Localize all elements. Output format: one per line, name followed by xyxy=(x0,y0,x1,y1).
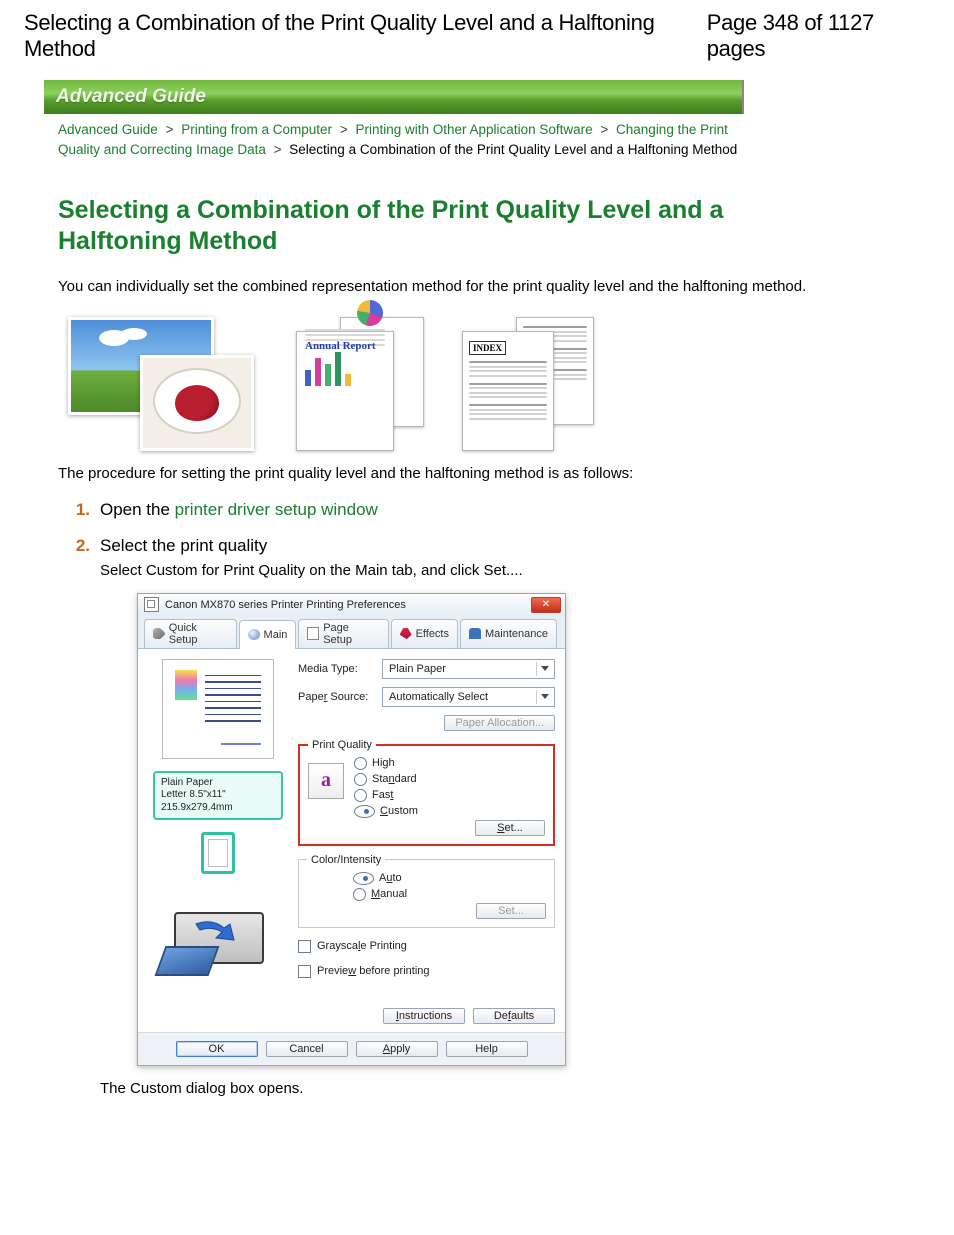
tab-quick-setup[interactable]: Quick Setup xyxy=(144,619,237,648)
tab-main[interactable]: Main xyxy=(239,620,297,649)
breadcrumb: Advanced Guide > Printing from a Compute… xyxy=(58,120,758,159)
guide-bar: Advanced Guide xyxy=(44,80,744,114)
page-front-icon: INDEX xyxy=(462,331,554,451)
paper-source-value: Automatically Select xyxy=(389,691,488,703)
thumb-index-pages: INDEX xyxy=(462,317,592,445)
step-2: 2. Select the print quality Select Custo… xyxy=(70,536,898,1097)
media-type-label: Media Type: xyxy=(298,663,376,675)
print-quality-legend: Print Quality xyxy=(308,739,376,751)
dialog-title: Canon MX870 series Printer Printing Pref… xyxy=(165,599,525,611)
thumb-annual-report: Annual Report xyxy=(296,317,426,445)
person-icon xyxy=(469,628,481,639)
page-title-top: Selecting a Combination of the Print Qua… xyxy=(24,10,707,62)
page-icon xyxy=(307,627,319,640)
quality-standard-radio[interactable]: Standard xyxy=(354,773,545,786)
chevron-down-icon xyxy=(536,662,552,676)
step-2-lead: Select the print quality xyxy=(100,536,898,556)
preview-column: Plain Paper Letter 8.5"x11" 215.9x279.4m… xyxy=(148,659,288,1024)
preview-paper-type: Plain Paper xyxy=(161,777,275,790)
wrench-icon xyxy=(153,628,165,639)
article-title: Selecting a Combination of the Print Qua… xyxy=(58,195,758,258)
page-indicator: Page 348 of 1127 pages xyxy=(707,10,930,62)
index-title: INDEX xyxy=(469,341,506,355)
preview-label: Plain Paper Letter 8.5"x11" 215.9x279.4m… xyxy=(153,771,283,821)
annual-report-title: Annual Report xyxy=(305,340,385,352)
checkbox-icon xyxy=(298,965,311,978)
color-intensity-legend: Color/Intensity xyxy=(307,854,385,866)
printer-icon xyxy=(144,597,159,612)
defaults-button[interactable]: Defaults xyxy=(473,1008,555,1024)
color-auto-radio[interactable]: Auto xyxy=(353,872,546,885)
example-thumbnails: Annual Report INDEX xyxy=(68,317,934,445)
breadcrumb-sep: > xyxy=(270,142,286,157)
paper-allocation-button[interactable]: Paper Allocation... xyxy=(444,715,555,731)
quality-custom-radio[interactable]: Custom xyxy=(354,805,545,818)
help-button[interactable]: Help xyxy=(446,1041,528,1057)
brush-icon xyxy=(400,628,412,639)
thumb-food-icon xyxy=(140,355,254,451)
paper-source-label: Paper Source: xyxy=(298,691,376,703)
tab-maintenance[interactable]: Maintenance xyxy=(460,619,557,648)
dialog-titlebar: Canon MX870 series Printer Printing Pref… xyxy=(138,594,565,616)
orientation-icon xyxy=(201,832,235,874)
media-type-select[interactable]: Plain Paper xyxy=(382,659,555,679)
print-quality-group: Print Quality a High Standard Fast xyxy=(298,739,555,846)
procedure-intro: The procedure for setting the print qual… xyxy=(58,465,898,482)
page-front-icon: Annual Report xyxy=(296,331,394,451)
tab-label: Page Setup xyxy=(323,622,379,646)
tab-label: Maintenance xyxy=(485,628,548,640)
tab-label: Main xyxy=(264,629,288,641)
settings-column: Media Type: Plain Paper Paper Source: xyxy=(298,659,555,1024)
tab-effects[interactable]: Effects xyxy=(391,619,458,648)
color-manual-radio[interactable]: Manual xyxy=(353,888,546,901)
preview-paper-size: Letter 8.5"x11" 215.9x279.4mm xyxy=(161,789,275,814)
chevron-down-icon xyxy=(536,690,552,704)
apply-button[interactable]: Apply xyxy=(356,1041,438,1057)
printing-preferences-dialog: Canon MX870 series Printer Printing Pref… xyxy=(137,593,566,1066)
paper-source-select[interactable]: Automatically Select xyxy=(382,687,555,707)
thumb-photos xyxy=(68,317,260,445)
breadcrumb-sep: > xyxy=(336,122,352,137)
breadcrumb-sep: > xyxy=(162,122,178,137)
step-1-lead-pre: Open the xyxy=(100,500,175,519)
preview-before-checkbox[interactable]: Preview before printing xyxy=(298,965,555,978)
ok-button[interactable]: OK xyxy=(176,1041,258,1057)
cancel-button[interactable]: Cancel xyxy=(266,1041,348,1057)
breadcrumb-link-0[interactable]: Advanced Guide xyxy=(58,122,158,137)
step-1: 1. Open the printer driver setup window xyxy=(70,500,898,520)
step-number: 1. xyxy=(70,500,90,520)
tab-page-setup[interactable]: Page Setup xyxy=(298,619,388,648)
color-set-button[interactable]: Set... xyxy=(476,903,546,919)
breadcrumb-link-1[interactable]: Printing from a Computer xyxy=(181,122,332,137)
tab-label: Effects xyxy=(416,628,449,640)
printer-illustration-icon xyxy=(160,886,276,978)
breadcrumb-link-2[interactable]: Printing with Other Application Software xyxy=(355,122,592,137)
breadcrumb-sep: > xyxy=(596,122,612,137)
quality-high-radio[interactable]: High xyxy=(354,757,545,770)
printer-driver-link[interactable]: printer driver setup window xyxy=(175,500,378,519)
quality-preview-icon: a xyxy=(308,763,344,799)
color-intensity-group: Color/Intensity Auto Manual Set... xyxy=(298,854,555,928)
step-2-after: The Custom dialog box opens. xyxy=(100,1080,898,1097)
step-2-detail: Select Custom for Print Quality on the M… xyxy=(100,562,898,579)
globe-icon xyxy=(248,629,260,640)
pie-chart-icon xyxy=(357,300,383,326)
breadcrumb-current: Selecting a Combination of the Print Qua… xyxy=(289,142,737,157)
close-button[interactable]: ✕ xyxy=(531,597,561,613)
dialog-footer: OK Cancel Apply Help xyxy=(138,1032,565,1065)
page-preview-icon xyxy=(162,659,274,759)
step-number: 2. xyxy=(70,536,90,1097)
instructions-button[interactable]: Instructions xyxy=(383,1008,465,1024)
checkbox-icon xyxy=(298,940,311,953)
dialog-tabs: Quick Setup Main Page Setup Effects Main… xyxy=(138,616,565,648)
intro-text: You can individually set the combined re… xyxy=(58,276,898,297)
bar-chart-icon xyxy=(305,352,385,386)
grayscale-checkbox[interactable]: Grayscale Printing xyxy=(298,940,555,953)
tab-label: Quick Setup xyxy=(169,622,228,646)
media-type-value: Plain Paper xyxy=(389,663,446,675)
quality-set-button[interactable]: Set... xyxy=(475,820,545,836)
quality-fast-radio[interactable]: Fast xyxy=(354,789,545,802)
